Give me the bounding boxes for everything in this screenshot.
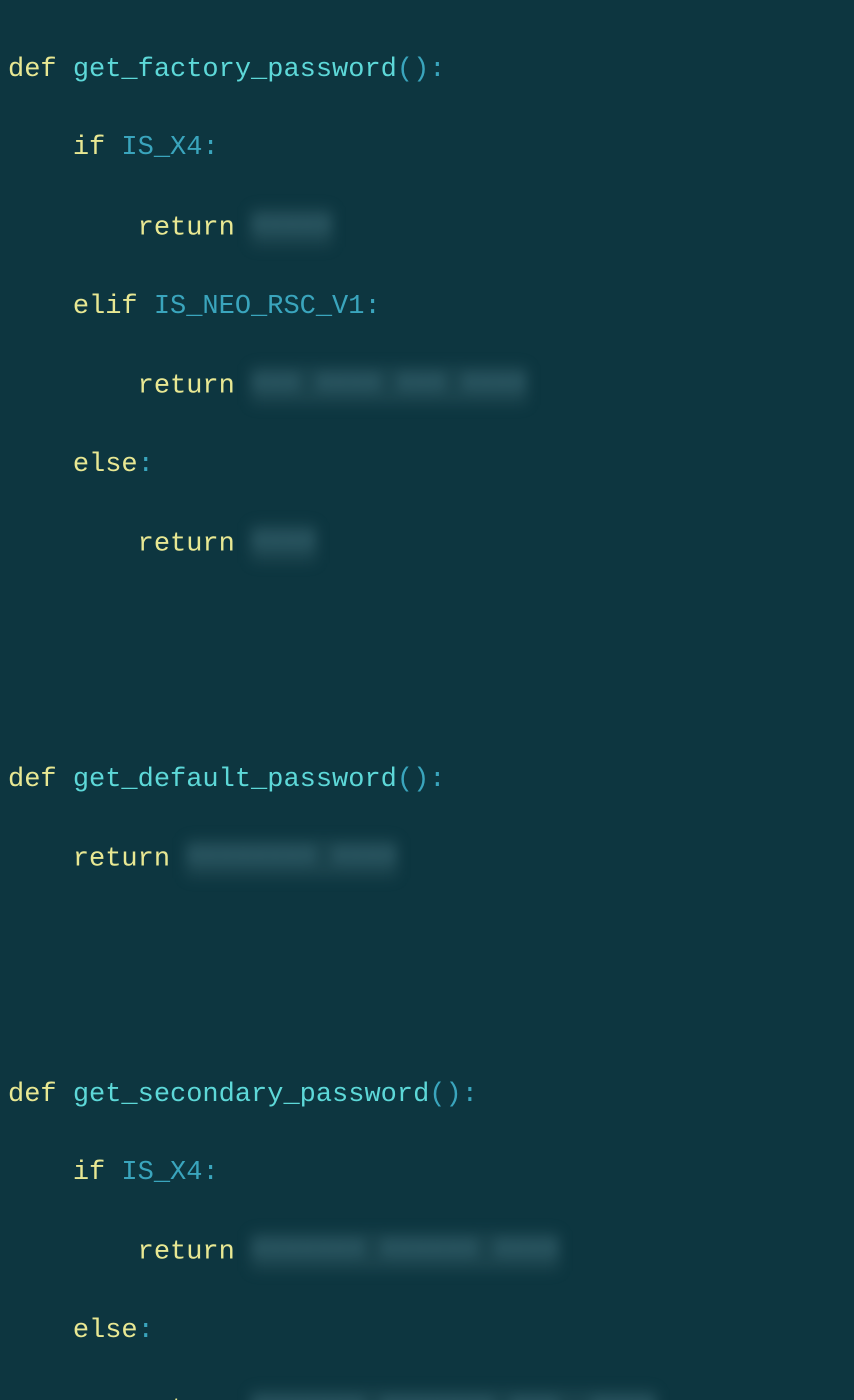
blank-line	[8, 683, 846, 722]
redacted-value: XXXX	[251, 524, 316, 563]
redacted-value: XXXXXXXX XXXX	[186, 839, 397, 878]
redacted-value: XXXXXXX XXXXXXX XXX XXXX	[251, 1390, 656, 1400]
colon: :	[138, 1316, 154, 1346]
paren-close: )	[413, 55, 429, 85]
keyword-else: else	[73, 1316, 138, 1346]
code-line: def get_secondary_password():	[8, 1076, 846, 1115]
colon: :	[364, 292, 380, 322]
colon: :	[202, 133, 218, 163]
keyword-if: if	[73, 1158, 105, 1188]
paren-close: )	[445, 1080, 461, 1110]
code-line: return XXXXXXX XXXXXXX XXX XXXX	[8, 1390, 846, 1400]
keyword-return: return	[138, 530, 235, 560]
keyword-return: return	[73, 845, 170, 875]
code-line: elif IS_NEO_RSC_V1:	[8, 288, 846, 327]
colon: :	[138, 450, 154, 480]
code-line: return XXXXXXX XXXXXX XXXX	[8, 1232, 846, 1273]
code-line: return XXXXXXXX XXXX	[8, 839, 846, 880]
code-line: if IS_X4:	[8, 1154, 846, 1193]
paren-open: (	[397, 765, 413, 795]
keyword-def: def	[8, 1080, 57, 1110]
identifier: IS_X4	[121, 1158, 202, 1188]
blank-line	[8, 919, 846, 958]
paren-open: (	[397, 55, 413, 85]
code-line: else:	[8, 446, 846, 485]
paren-open: (	[429, 1080, 445, 1110]
keyword-elif: elif	[73, 292, 138, 322]
code-line: return XXX XXXX XXX XXXX	[8, 366, 846, 407]
identifier: IS_X4	[121, 133, 202, 163]
code-line: else:	[8, 1312, 846, 1351]
code-line: return XXXXX	[8, 208, 846, 249]
code-block: def get_factory_password(): if IS_X4: re…	[8, 12, 846, 1400]
redacted-value: XXX XXXX XXX XXXX	[251, 366, 526, 405]
colon: :	[429, 765, 445, 795]
function-name: get_secondary_password	[73, 1080, 429, 1110]
blank-line	[8, 997, 846, 1036]
keyword-if: if	[73, 133, 105, 163]
redacted-value: XXXXXXX XXXXXX XXXX	[251, 1232, 559, 1271]
code-line: if IS_X4:	[8, 129, 846, 168]
identifier: IS_NEO_RSC_V1	[154, 292, 365, 322]
redacted-value: XXXXX	[251, 208, 332, 247]
keyword-def: def	[8, 765, 57, 795]
colon: :	[202, 1158, 218, 1188]
blank-line	[8, 604, 846, 643]
code-line: def get_default_password():	[8, 761, 846, 800]
keyword-return: return	[138, 1238, 235, 1268]
colon: :	[462, 1080, 478, 1110]
function-name: get_factory_password	[73, 55, 397, 85]
keyword-return: return	[138, 372, 235, 402]
paren-close: )	[413, 765, 429, 795]
code-line: return XXXX	[8, 524, 846, 565]
keyword-else: else	[73, 450, 138, 480]
keyword-return: return	[138, 1396, 235, 1400]
colon: :	[429, 55, 445, 85]
code-line: def get_factory_password():	[8, 51, 846, 90]
keyword-return: return	[138, 213, 235, 243]
keyword-def: def	[8, 55, 57, 85]
function-name: get_default_password	[73, 765, 397, 795]
